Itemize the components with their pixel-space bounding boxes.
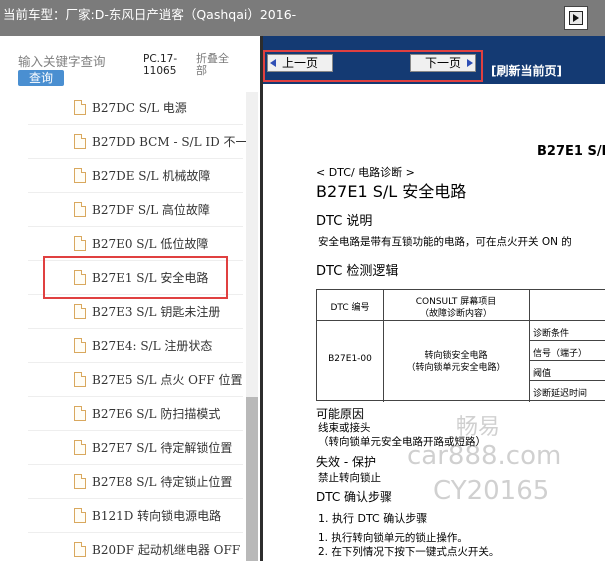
- table-row-label: 信号（端子）: [533, 349, 588, 359]
- tree-item-label: B27DE S/L 机械故障: [92, 169, 211, 183]
- tree-item-divider: [28, 124, 243, 125]
- tree-item-label: B27E6 S/L 防扫描模式: [92, 407, 221, 421]
- section-confirm-procedure: DTC 确认步骤: [316, 490, 393, 504]
- section-dtc-description: DTC 说明: [316, 214, 373, 229]
- toggle-panel-button[interactable]: [564, 6, 588, 30]
- window-title: 当前车型：厂家:D-东风日产逍客（Qashqai）2016-: [3, 7, 297, 22]
- doc-header-code: B27E1 S/L: [537, 144, 605, 159]
- tree-item-divider: [28, 464, 243, 465]
- section-dtc-logic: DTC 检测逻辑: [316, 264, 399, 279]
- dtc-logic-table: DTC 编号 CONSULT 屏幕项目 （故障诊断内容） B27E1-00 转向…: [316, 289, 605, 402]
- table-row-label: 诊断延迟时间: [533, 389, 588, 399]
- tree-scrollbar[interactable]: [246, 92, 258, 561]
- document-icon: [74, 338, 86, 353]
- tree-item[interactable]: B27E6 S/L 防扫描模式: [28, 398, 243, 431]
- tree-item-divider: [28, 396, 243, 397]
- table-header-consult-sub: （故障诊断内容）: [419, 309, 492, 319]
- step-1: 1. 执行 DTC 确认步骤: [318, 512, 428, 525]
- table-row-label: 诊断条件: [533, 329, 570, 339]
- tree-item-label: B27E4: S/L 注册状态: [92, 339, 213, 353]
- title-bar: 当前车型：厂家:D-东风日产逍客（Qashqai）2016-: [0, 0, 605, 36]
- section-fail-safe: 失效 - 保护: [316, 455, 376, 469]
- tree-item[interactable]: B20DF 起动机继电器 OFF: [28, 534, 243, 561]
- step-1-2: 2. 在下列情况下按下一键式点火开关。: [318, 546, 500, 558]
- document-icon: [74, 134, 86, 149]
- right-panel: 上一页 下一页 [刷新当前页] B27E1 S/L < DTC/ 电路诊断 > …: [260, 36, 605, 561]
- tree-item[interactable]: B121D 转向锁电源电路: [28, 500, 243, 533]
- tree-item[interactable]: B27DF S/L 高位故障: [28, 194, 243, 227]
- tree-item-label: B27E0 S/L 低位故障: [92, 237, 209, 251]
- doc-title: B27E1 S/L 安全电路: [316, 182, 467, 201]
- document-icon: [74, 474, 86, 489]
- tree-item[interactable]: B27E5 S/L 点火 OFF 位置: [28, 364, 243, 397]
- document-icon: [74, 236, 86, 251]
- tree-item-label: B27DD BCM - S/L ID 不一致: [92, 135, 246, 149]
- tree-item-label: B121D 转向锁电源电路: [92, 509, 222, 523]
- tree-item-divider: [28, 226, 243, 227]
- nav-buttons-highlight: [263, 50, 483, 82]
- document-icon: [74, 100, 86, 115]
- dtc-description-text: 安全电路是带有互锁功能的电路，可在点火开关 ON 的: [318, 236, 572, 248]
- model-code-label: PC.17-11065: [143, 53, 178, 77]
- tree-item[interactable]: B27E4: S/L 注册状态: [28, 330, 243, 363]
- play-icon: [569, 11, 583, 25]
- tree-item[interactable]: B27E3 S/L 钥匙未注册: [28, 296, 243, 329]
- document-icon: [74, 542, 86, 557]
- tree-item-label: B27E5 S/L 点火 OFF 位置: [92, 373, 243, 387]
- tree-item[interactable]: B27DE S/L 机械故障: [28, 160, 243, 193]
- tree-item-divider: [28, 498, 243, 499]
- search-button[interactable]: 查询: [18, 70, 64, 86]
- selected-item-highlight: [43, 256, 228, 299]
- document-icon: [74, 202, 86, 217]
- tree-item-divider: [28, 328, 243, 329]
- search-input[interactable]: [18, 54, 108, 69]
- tree-item[interactable]: B27DD BCM - S/L ID 不一致: [28, 126, 246, 159]
- watermark-text: 畅易: [456, 415, 501, 440]
- tree-item-label: B27E7 S/L 待定解锁位置: [92, 441, 233, 455]
- tree-item-label: B20DF 起动机继电器 OFF: [92, 543, 241, 557]
- document-icon: [74, 304, 86, 319]
- tree-item-label: B27E8 S/L 待定锁止位置: [92, 475, 233, 489]
- document-icon: [74, 168, 86, 183]
- tree-item-label: B27DF S/L 高位故障: [92, 203, 210, 217]
- tree-item-divider: [28, 192, 243, 193]
- tree-item-divider: [28, 430, 243, 431]
- tree-item-label: B27DC S/L 电源: [92, 101, 187, 115]
- document-viewer: B27E1 S/L < DTC/ 电路诊断 > B27E1 S/L 安全电路 D…: [263, 84, 605, 561]
- watermark-text: CY20165: [433, 476, 550, 506]
- fail-safe-line-1: 禁止转向锁止: [318, 472, 381, 484]
- document-icon: [74, 406, 86, 421]
- document-icon: [74, 440, 86, 455]
- watermark-text: car888.com: [407, 441, 562, 471]
- document-icon: [74, 372, 86, 387]
- refresh-page-link[interactable]: [刷新当前页]: [491, 62, 562, 79]
- tree-item[interactable]: B27DC S/L 电源: [28, 92, 243, 125]
- tree-item-divider: [28, 362, 243, 363]
- tree-item-label: B27E3 S/L 钥匙未注册: [92, 305, 221, 319]
- step-1-1: 1. 执行转向锁单元的锁止操作。: [318, 532, 468, 544]
- page-nav-bar: 上一页 下一页 [刷新当前页]: [263, 36, 605, 84]
- tree-item-divider: [28, 532, 243, 533]
- table-header-dtc: DTC 编号: [330, 303, 370, 313]
- tree-item-divider: [28, 158, 243, 159]
- tree-item[interactable]: B27E7 S/L 待定解锁位置: [28, 432, 243, 465]
- table-cell-consult-2: （转向锁单元安全电路）: [406, 363, 506, 373]
- table-row-label: 阈值: [533, 369, 552, 379]
- cause-line-1: 线束或接头: [318, 422, 371, 434]
- table-cell-dtc: B27E1-00: [328, 354, 372, 364]
- collapse-all-link[interactable]: 折叠全部: [196, 53, 236, 77]
- tree-item[interactable]: B27E8 S/L 待定锁止位置: [28, 466, 243, 499]
- scrollbar-thumb[interactable]: [246, 397, 258, 561]
- doc-tree: B27DC S/L 电源 B27DD BCM - S/L ID 不一致 B27DE …: [0, 92, 246, 561]
- document-icon: [74, 508, 86, 523]
